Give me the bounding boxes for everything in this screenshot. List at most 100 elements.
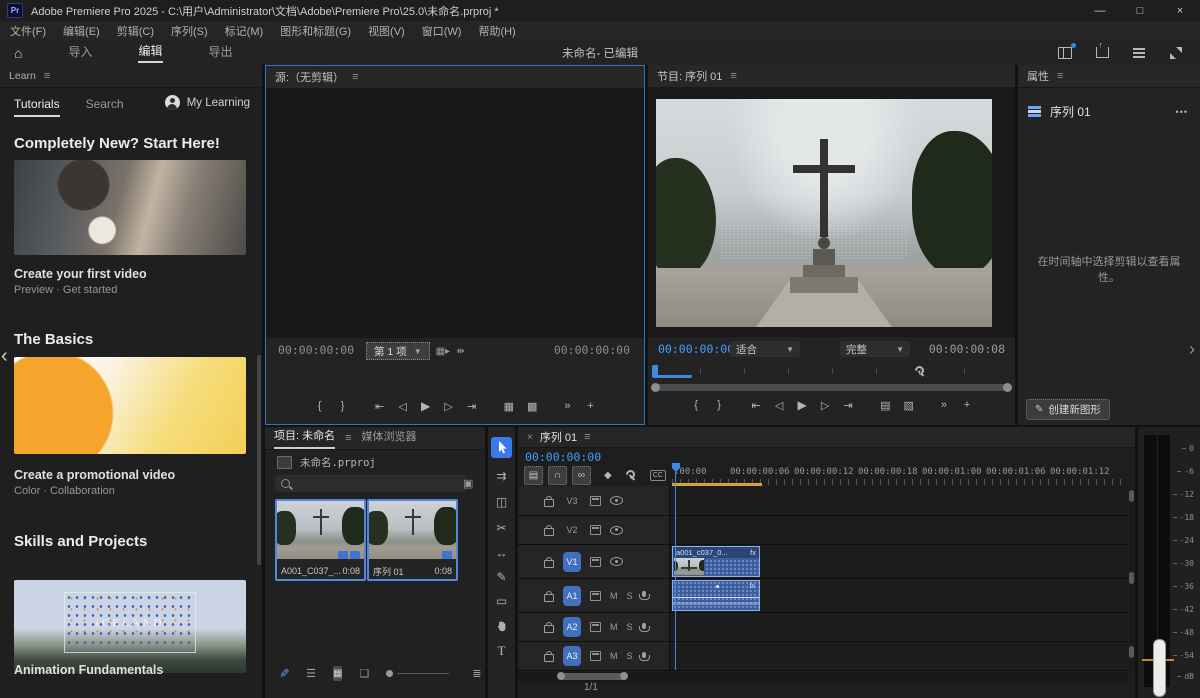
hscroll-thumb[interactable] (560, 673, 626, 680)
track-area[interactable] (670, 516, 1128, 544)
goto-out-icon[interactable]: ⇥ (843, 399, 853, 412)
solo-button[interactable]: S (627, 622, 633, 632)
icon-view-icon[interactable]: ▦ (333, 666, 342, 681)
quick-export-icon[interactable] (1094, 46, 1110, 60)
tutorial-card-image[interactable] (14, 357, 246, 454)
slider-handle[interactable] (386, 670, 393, 677)
sort-icon[interactable]: ≣ (472, 667, 481, 680)
timeline-timecode[interactable]: 00:00:00:00 (525, 450, 601, 464)
linked-selection-icon[interactable]: ∞ (572, 466, 591, 485)
sync-lock-icon[interactable] (590, 496, 601, 506)
lock-icon[interactable] (544, 625, 554, 633)
sync-lock-icon[interactable] (590, 591, 601, 601)
eye-icon[interactable] (610, 496, 623, 505)
track-area[interactable] (670, 486, 1128, 515)
mark-in-icon[interactable]: { (315, 400, 325, 412)
add-marker-icon[interactable]: ◆ (604, 470, 612, 481)
program-playhead-marker[interactable] (652, 365, 692, 378)
panel-menu-icon[interactable]: ≡ (44, 70, 50, 82)
button-editor-icon[interactable]: + (585, 400, 595, 412)
menu-help[interactable]: 帮助(H) (478, 23, 515, 39)
tab-edit[interactable]: 编辑 (138, 42, 162, 63)
track-area[interactable] (670, 642, 1128, 670)
vscroll-knob[interactable] (1129, 490, 1134, 502)
panel-menu-icon[interactable]: ≡ (345, 432, 351, 444)
mute-button[interactable]: M (610, 591, 618, 601)
track-label[interactable]: V2 (563, 525, 581, 535)
hscroll-handle-left[interactable] (557, 672, 565, 680)
goto-in-icon[interactable]: ⇤ (751, 399, 761, 412)
new-bin-icon[interactable]: ▣ (463, 477, 473, 490)
track-target-badge[interactable]: V1 (563, 552, 581, 572)
extract-icon[interactable]: ▧ (904, 399, 914, 412)
maximize-button[interactable]: □ (1120, 0, 1160, 21)
close-icon[interactable]: × (527, 432, 533, 443)
sync-lock-icon[interactable] (590, 557, 601, 567)
fullscreen-icon[interactable] (1168, 46, 1184, 60)
playhead-line[interactable] (675, 469, 676, 670)
workspaces-menu-icon[interactable] (1131, 46, 1147, 60)
tab-media-browser[interactable]: 媒体浏览器 (362, 428, 417, 448)
program-mini-ruler[interactable] (700, 368, 1005, 374)
mic-icon[interactable] (642, 591, 646, 597)
track-target-badge[interactable]: A1 (563, 586, 581, 606)
source-timecode[interactable]: 00:00:00:00 (278, 343, 354, 357)
goto-in-icon[interactable]: ⇤ (375, 400, 385, 413)
vscroll-knob[interactable] (1129, 572, 1134, 584)
tab-tutorials[interactable]: Tutorials (14, 97, 60, 117)
playback-resolution-dropdown[interactable]: 完整 ▼ (840, 341, 910, 357)
tutorial-card-title[interactable]: Animation Fundamentals (14, 663, 163, 677)
more-buttons-icon[interactable]: » (562, 400, 572, 412)
sync-lock-icon[interactable] (590, 651, 601, 661)
compare-view-icon[interactable]: ⇻ (456, 346, 464, 357)
project-item-clip[interactable]: A001_C037_... 0:08 (275, 499, 366, 581)
tab-search[interactable]: Search (86, 97, 124, 117)
menu-clip[interactable]: 剪辑(C) (117, 23, 154, 39)
mic-icon[interactable] (642, 652, 646, 658)
button-editor-icon[interactable]: + (962, 399, 972, 411)
play-icon[interactable]: ▶ (797, 398, 807, 412)
fit-dropdown[interactable]: 适合 ▼ (730, 341, 800, 357)
mark-out-icon[interactable]: } (714, 399, 724, 411)
step-forward-icon[interactable]: ▷ (444, 400, 454, 413)
vertical-scrollbar[interactable] (1129, 486, 1134, 670)
lift-icon[interactable]: ▤ (880, 399, 890, 412)
solo-button[interactable]: S (627, 651, 633, 661)
zoom-handle-right[interactable] (1003, 383, 1012, 392)
selection-tool[interactable] (491, 437, 512, 458)
rectangle-tool[interactable]: ▭ (491, 590, 512, 611)
expand-chevron-icon[interactable]: › (1189, 339, 1195, 360)
lock-icon[interactable] (544, 528, 554, 536)
program-zoom-scrollbar[interactable] (652, 384, 1011, 391)
mute-button[interactable]: M (610, 651, 618, 661)
zoom-handle-left[interactable] (651, 383, 660, 392)
track-target-badge[interactable]: A2 (563, 617, 581, 637)
nest-toggle-icon[interactable]: ▤ (524, 466, 543, 485)
type-tool[interactable]: T (491, 640, 512, 661)
close-button[interactable]: × (1160, 0, 1200, 21)
tab-project[interactable]: 项目: 未命名 (274, 427, 335, 449)
home-icon[interactable]: ⌂ (14, 45, 22, 61)
eye-icon[interactable] (610, 526, 623, 535)
play-icon[interactable]: ▶ (421, 399, 431, 413)
track-target-badge[interactable]: A3 (563, 646, 581, 666)
track-label[interactable]: V3 (563, 496, 581, 506)
minimize-button[interactable]: — (1080, 0, 1120, 21)
freeform-view-icon[interactable]: ❏ (359, 667, 369, 680)
snap-magnet-icon[interactable]: ∩ (548, 466, 567, 485)
lock-icon[interactable] (544, 560, 554, 568)
workspace-icon[interactable] (1057, 46, 1073, 60)
slip-tool[interactable]: ↔ (491, 542, 512, 563)
meter-scrollbar[interactable] (1153, 639, 1166, 697)
more-buttons-icon[interactable]: » (939, 399, 949, 411)
timeline-settings-icon[interactable] (625, 470, 637, 482)
panel-menu-icon[interactable]: ≡ (584, 431, 590, 443)
menu-sequence[interactable]: 序列(S) (171, 23, 208, 39)
step-back-icon[interactable]: ◁ (398, 400, 408, 413)
solo-button[interactable]: S (627, 591, 633, 601)
captions-icon[interactable]: CC (650, 470, 666, 481)
audio-clip[interactable]: fx (672, 580, 760, 611)
project-item-sequence[interactable]: 序列 01 0:08 (367, 499, 458, 581)
timeline-tab[interactable]: 序列 01 (540, 429, 577, 445)
more-options-icon[interactable]: ••• (1176, 107, 1188, 117)
